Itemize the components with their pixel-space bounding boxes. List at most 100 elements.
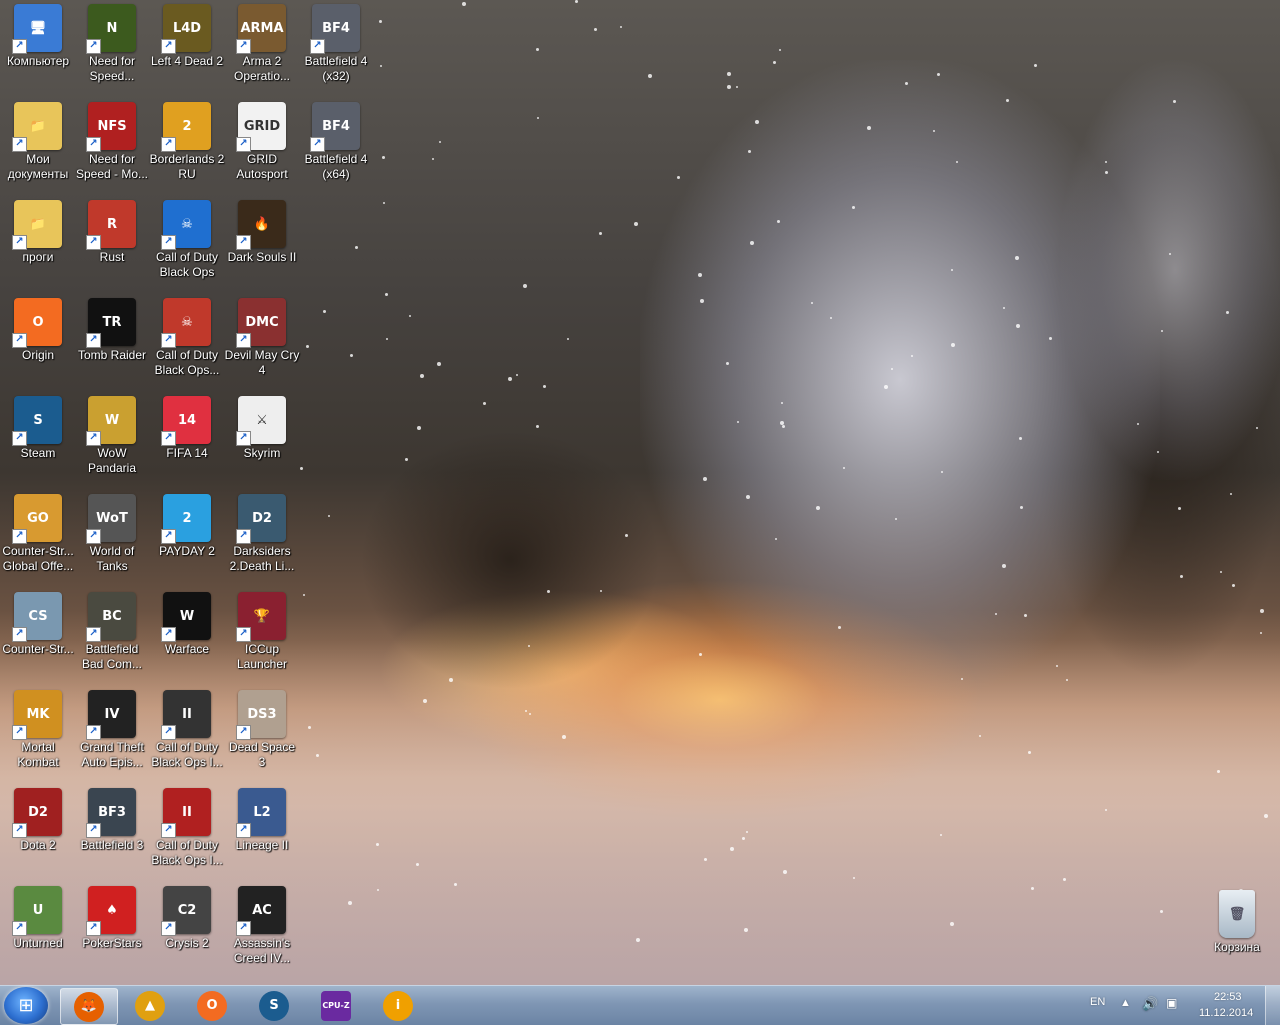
- snowflake: [594, 28, 597, 31]
- desktop-icon[interactable]: 📁 ↗ проги: [0, 196, 76, 265]
- snowflake: [355, 246, 358, 249]
- taskbar-button-app-triangle[interactable]: ▲: [122, 988, 178, 1023]
- desktop-icon[interactable]: ARMA ↗ Arma 2 Operatio...: [224, 0, 300, 84]
- desktop-icon-label: Origin: [21, 348, 54, 362]
- desktop-icon[interactable]: 🏆 ↗ ICCup Launcher: [224, 588, 300, 672]
- desktop-icon[interactable]: DS3 ↗ Dead Space 3: [224, 686, 300, 770]
- desktop-icon[interactable]: L2 ↗ Lineage II: [224, 784, 300, 853]
- recycle-bin-icon[interactable]: 🗑 Корзина: [1199, 886, 1275, 955]
- desktop-icon[interactable]: W ↗ Warface: [149, 588, 225, 657]
- snowflake: [523, 284, 527, 288]
- app-icon: S ↗: [12, 396, 62, 446]
- desktop-icon[interactable]: 2 ↗ Borderlands 2 RU: [149, 98, 225, 182]
- app-icon: BC ↗: [86, 592, 136, 642]
- desktop-icon[interactable]: BF4 ↗ Battlefield 4 (x32): [298, 0, 374, 84]
- snowflake: [830, 317, 832, 319]
- taskbar-button-cpu-z[interactable]: CPU-Z: [308, 988, 364, 1023]
- desktop-icon[interactable]: O ↗ Origin: [0, 294, 76, 363]
- desktop-icon[interactable]: II ↗ Call of Duty Black Ops I...: [149, 784, 225, 868]
- snowflake: [432, 158, 434, 160]
- desktop-icon[interactable]: L4D ↗ Left 4 Dead 2: [149, 0, 225, 69]
- snowflake: [884, 385, 888, 389]
- desktop-icon[interactable]: GO ↗ Counter-Str... Global Offe...: [0, 490, 76, 574]
- desktop-icon[interactable]: 14 ↗ FIFA 14: [149, 392, 225, 461]
- shortcut-arrow-icon: ↗: [236, 627, 251, 642]
- desktop-icon[interactable]: S ↗ Steam: [0, 392, 76, 461]
- clock-time[interactable]: 22:53: [1214, 991, 1242, 1003]
- snowflake: [956, 161, 958, 163]
- app-icon: U ↗: [12, 886, 62, 936]
- app-icon: 📁 ↗: [12, 200, 62, 250]
- desktop-icon[interactable]: BF4 ↗ Battlefield 4 (x64): [298, 98, 374, 182]
- desktop-icon[interactable]: D2 ↗ Darksiders 2.Death Li...: [224, 490, 300, 574]
- desktop-icon[interactable]: 📁 ↗ Мои документы: [0, 98, 76, 182]
- desktop-icon[interactable]: 2 ↗ PAYDAY 2: [149, 490, 225, 559]
- desktop-icon-label: Crysis 2: [165, 936, 209, 950]
- network-icon[interactable]: ▣: [1166, 996, 1177, 1010]
- language-indicator[interactable]: EN: [1090, 996, 1105, 1008]
- taskbar-button-info[interactable]: i: [370, 988, 426, 1023]
- app-icon: CS ↗: [12, 592, 62, 642]
- snowflake: [1020, 506, 1023, 509]
- desktop-icon[interactable]: MK ↗ Mortal Kombat: [0, 686, 76, 770]
- desktop-icon-label: Left 4 Dead 2: [150, 54, 224, 68]
- desktop-icon[interactable]: GRID ↗ GRID Autosport: [224, 98, 300, 182]
- desktop-icon[interactable]: 🖥 ↗ Компьютер: [0, 0, 76, 69]
- snowflake: [625, 534, 628, 537]
- snowflake: [1028, 751, 1031, 754]
- volume-icon[interactable]: 🔊: [1142, 996, 1158, 1012]
- snowflake: [700, 299, 704, 303]
- snowflake: [306, 345, 309, 348]
- snowflake: [1056, 665, 1058, 667]
- shortcut-arrow-icon: ↗: [161, 725, 176, 740]
- desktop-icon[interactable]: WoT ↗ World of Tanks: [74, 490, 150, 574]
- desktop-icon[interactable]: ☠ ↗ Call of Duty Black Ops...: [149, 294, 225, 378]
- desktop-icon[interactable]: U ↗ Unturned: [0, 882, 76, 951]
- desktop-icon-label: PokerStars: [82, 936, 142, 950]
- desktop-icon[interactable]: DMC ↗ Devil May Cry 4: [224, 294, 300, 378]
- desktop-icon[interactable]: II ↗ Call of Duty Black Ops I...: [149, 686, 225, 770]
- desktop-icon[interactable]: BC ↗ Battlefield Bad Com...: [74, 588, 150, 672]
- start-button[interactable]: ⊞: [4, 987, 48, 1024]
- desktop-icon[interactable]: ⚔ ↗ Skyrim: [224, 392, 300, 461]
- snowflake: [308, 726, 311, 729]
- desktop-icon[interactable]: AC ↗ Assassin's Creed IV...: [224, 882, 300, 966]
- desktop-icon[interactable]: TR ↗ Tomb Raider: [74, 294, 150, 363]
- desktop-icon[interactable]: D2 ↗ Dota 2: [0, 784, 76, 853]
- shortcut-arrow-icon: ↗: [236, 235, 251, 250]
- desktop-icon[interactable]: R ↗ Rust: [74, 196, 150, 265]
- app-icon: BF4 ↗: [310, 4, 360, 54]
- show-desktop-button[interactable]: [1265, 986, 1280, 1025]
- desktop-icon[interactable]: CS ↗ Counter-Str...: [0, 588, 76, 657]
- taskbar-button-origin[interactable]: O: [184, 988, 240, 1023]
- desktop-icon[interactable]: 🔥 ↗ Dark Souls II: [224, 196, 300, 265]
- snowflake: [1230, 493, 1232, 495]
- snowflake: [911, 355, 913, 357]
- shortcut-arrow-icon: ↗: [236, 39, 251, 54]
- snowflake: [1019, 437, 1022, 440]
- taskbar-button-steam[interactable]: S: [246, 988, 302, 1023]
- desktop-icon[interactable]: C2 ↗ Crysis 2: [149, 882, 225, 951]
- desktop-icon[interactable]: NFS ↗ Need for Speed - Mo...: [74, 98, 150, 182]
- snowflake: [416, 863, 419, 866]
- show-hidden-icons-icon[interactable]: ▲: [1120, 997, 1131, 1009]
- desktop-icon[interactable]: ☠ ↗ Call of Duty Black Ops: [149, 196, 225, 280]
- snowflake: [620, 26, 622, 28]
- snowflake: [417, 426, 421, 430]
- shortcut-arrow-icon: ↗: [86, 431, 101, 446]
- info-icon: i: [383, 990, 413, 1021]
- clock-date[interactable]: 11.12.2014: [1199, 1007, 1253, 1019]
- taskbar-button-firefox[interactable]: 🦊: [60, 988, 118, 1025]
- shortcut-arrow-icon: ↗: [236, 529, 251, 544]
- desktop-icon[interactable]: BF3 ↗ Battlefield 3: [74, 784, 150, 853]
- snowflake: [746, 831, 748, 833]
- desktop-icon[interactable]: ♠ ↗ PokerStars: [74, 882, 150, 951]
- desktop-icon[interactable]: IV ↗ Grand Theft Auto Epis...: [74, 686, 150, 770]
- snowflake: [1160, 910, 1163, 913]
- shortcut-arrow-icon: ↗: [12, 627, 27, 642]
- desktop-icon[interactable]: N ↗ Need for Speed...: [74, 0, 150, 84]
- snowflake: [891, 368, 893, 370]
- desktop-icon[interactable]: W ↗ WoW Pandaria: [74, 392, 150, 476]
- app-icon: MK ↗: [12, 690, 62, 740]
- snowflake: [1260, 609, 1264, 613]
